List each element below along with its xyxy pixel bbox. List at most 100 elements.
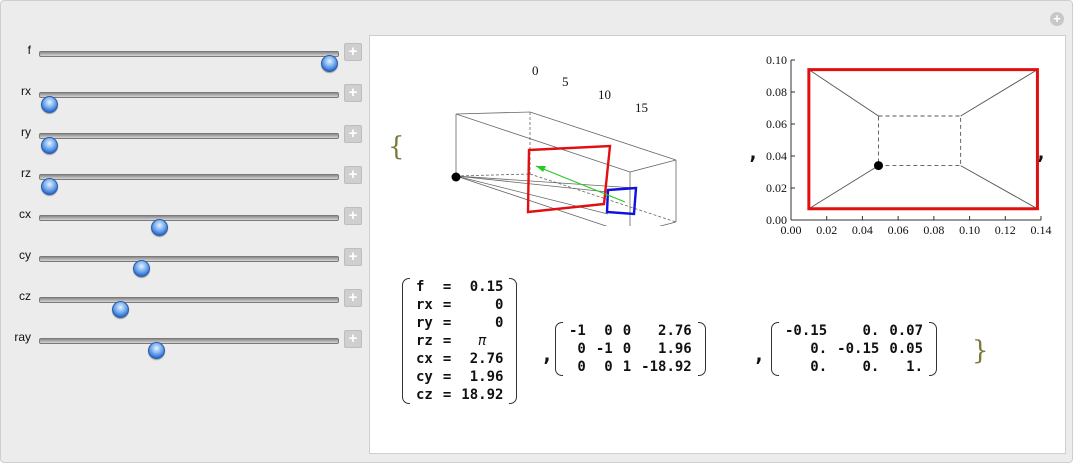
slider-label-rz: rz <box>21 166 31 180</box>
slider-label-cz: cz <box>19 289 31 303</box>
close-icon[interactable]: + <box>1050 12 1064 26</box>
param-cell: f <box>416 279 425 295</box>
camera-cell: 0. <box>862 323 880 339</box>
separator-comma-3: , <box>541 342 554 366</box>
box-edge-hidden <box>529 173 677 223</box>
box-edge <box>455 111 531 115</box>
expand-ray-icon[interactable]: + <box>344 330 362 348</box>
camera-cell: 0. <box>810 359 828 375</box>
box-edge <box>529 111 677 161</box>
camera-cell: 0. <box>810 341 828 357</box>
slider-thumb-rz[interactable] <box>40 178 58 195</box>
param-cell: cx <box>416 351 433 367</box>
slider-row-rx: rx + <box>1 82 371 113</box>
param-row: cz = 18.92 <box>411 386 508 404</box>
transform-cell: 0 <box>577 359 586 375</box>
camera-row: 0. 0. 1. <box>780 358 928 376</box>
param-row: cy = 1.96 <box>411 368 508 386</box>
ray-line <box>535 165 626 203</box>
close-brace: } <box>972 336 989 366</box>
param-cell: 18.92 <box>461 387 504 403</box>
param-cell: = <box>442 369 452 385</box>
param-cell: 0 <box>495 315 504 331</box>
camera-cell: 0.05 <box>889 341 924 357</box>
slider-label-cy: cy <box>19 248 31 262</box>
slider-thumb-ray[interactable] <box>148 342 166 359</box>
slider-thumb-cx[interactable] <box>151 219 169 236</box>
tick-label: 10 <box>598 87 611 102</box>
camera-cell: -0.15 <box>785 323 828 339</box>
slider-label-f: f <box>27 43 31 57</box>
slider-cz[interactable] <box>39 297 339 318</box>
separator-comma-2: , <box>1035 140 1048 164</box>
camera-3d-plot: 051015432100246 <box>451 66 677 226</box>
slider-thumb-f[interactable] <box>321 55 339 72</box>
output-panel: { 051015432100246 , 0.000.020.040.060.08… <box>369 35 1066 454</box>
transform-cell: 0 <box>622 323 632 339</box>
param-row: rx = 0 <box>411 296 508 314</box>
slider-row-rz: rz + <box>1 164 371 195</box>
open-brace: { <box>388 132 405 162</box>
transform-row: -1 0 0 2.76 <box>564 322 697 340</box>
expand-ry-icon[interactable]: + <box>344 125 362 143</box>
projected-edge <box>960 69 1038 117</box>
expand-cy-icon[interactable]: + <box>344 248 362 266</box>
param-row: rz = π <box>411 332 508 350</box>
transform-cell: 1.96 <box>658 341 692 357</box>
y-tick-label: 0.06 <box>766 117 787 131</box>
transform-cell: 0 <box>622 341 632 357</box>
param-cell: = <box>442 315 452 331</box>
parameters-matrix: f = 0.15 rx = 0 ry = 0 rz = π cx = 2.76 cy = 1.96 cz = 18.92 <box>402 278 518 404</box>
transform-cell: 2.76 <box>658 323 692 339</box>
slider-row-cy: cy + <box>1 246 371 277</box>
slider-thumb-cy[interactable] <box>133 260 151 277</box>
param-cell: ry <box>416 315 433 331</box>
param-row: ry = 0 <box>411 314 508 332</box>
slider-thumb-cz[interactable] <box>112 301 130 318</box>
y-tick-label: 0.02 <box>766 181 787 195</box>
transform-row: 0 0 1 -18.92 <box>564 358 697 376</box>
projected-point <box>874 161 883 171</box>
y-tick-label: 0.10 <box>766 53 787 67</box>
param-row: cx = 2.76 <box>411 350 508 368</box>
expand-cx-icon[interactable]: + <box>344 207 362 225</box>
param-cell: = <box>442 297 452 313</box>
transform-cell: 0 <box>577 341 586 357</box>
transform-cell: -18.92 <box>641 359 692 375</box>
x-tick-label: 0.14 <box>1031 223 1052 237</box>
slider-thumb-rx[interactable] <box>40 96 58 113</box>
transform-cell: 1 <box>622 359 632 375</box>
projected-edge <box>808 165 879 210</box>
expand-rz-icon[interactable]: + <box>344 166 362 184</box>
y-tick-label: 0.04 <box>766 149 787 163</box>
projected-edge <box>960 165 1038 210</box>
slider-rz[interactable] <box>39 174 339 195</box>
param-cell: 2.76 <box>469 351 504 367</box>
x-tick-label: 0.10 <box>959 223 980 237</box>
expand-f-icon[interactable]: + <box>344 43 362 61</box>
slider-row-ry: ry + <box>1 123 371 154</box>
ray-arrowhead <box>536 166 546 172</box>
inner-rect-dashed <box>878 115 962 167</box>
slider-cy[interactable] <box>39 256 339 277</box>
slider-thumb-ry[interactable] <box>40 137 58 154</box>
transform-matrix: -1 0 0 2.76 0 -1 0 1.96 0 0 1 -18.92 <box>555 322 706 376</box>
slider-f[interactable] <box>39 51 339 72</box>
slider-row-ray: ray + <box>1 328 371 359</box>
slider-cx[interactable] <box>39 215 339 236</box>
param-cell: 0.15 <box>469 279 504 295</box>
slider-ray[interactable] <box>39 338 339 359</box>
tick-label: 15 <box>635 100 648 115</box>
separator-comma-4: , <box>753 342 766 366</box>
camera-cell: 1. <box>906 359 924 375</box>
transform-row: 0 -1 0 1.96 <box>564 340 697 358</box>
projected-edge <box>808 69 879 117</box>
expand-cz-icon[interactable]: + <box>344 289 362 307</box>
slider-ry[interactable] <box>39 133 339 154</box>
frustum-edge <box>455 175 609 215</box>
slider-label-ry: ry <box>21 125 31 139</box>
slider-rx[interactable] <box>39 92 339 113</box>
param-cell: cz <box>416 387 433 403</box>
camera-row: 0. -0.15 0.05 <box>780 340 928 358</box>
expand-rx-icon[interactable]: + <box>344 84 362 102</box>
